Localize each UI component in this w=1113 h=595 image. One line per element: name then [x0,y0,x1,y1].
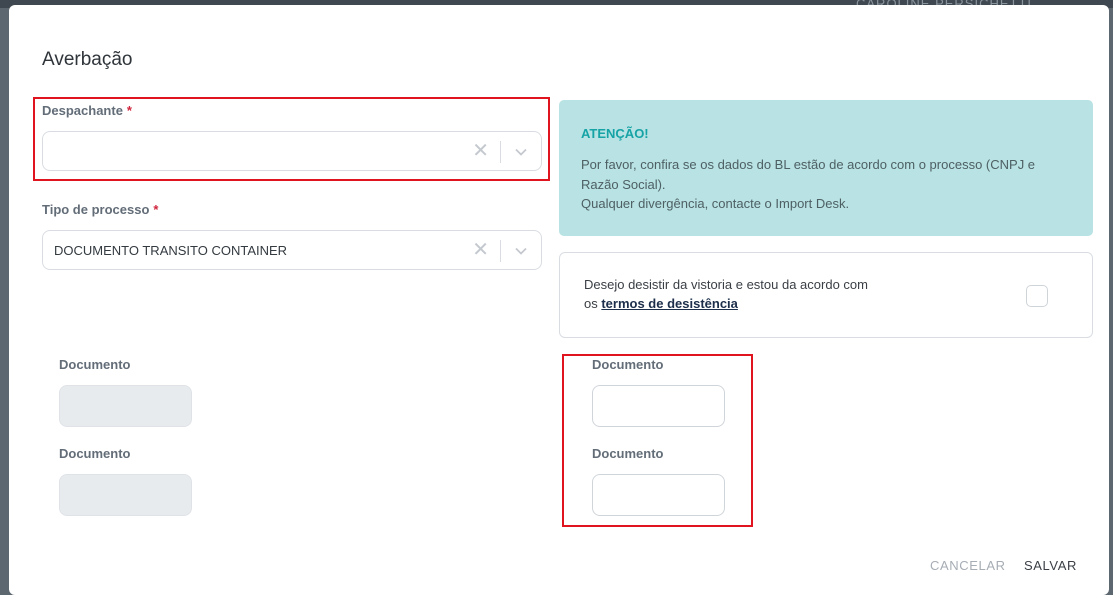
cancel-button[interactable]: CANCELAR [930,558,1006,573]
documento-label: Documento [59,446,131,461]
tipo-processo-value: DOCUMENTO TRANSITO CONTAINER [54,243,288,258]
documento-input-disabled [59,474,192,516]
despachante-highlight-box [33,97,550,181]
alert-line: Por favor, confira se os dados do BL est… [581,157,1036,172]
tipo-processo-select[interactable]: DOCUMENTO TRANSITO CONTAINER ✕ [42,230,542,270]
attention-alert: ATENÇÃO! Por favor, confira se os dados … [559,100,1093,236]
averbacao-modal: Averbação Despachante * ✕ Tipo de process… [9,5,1109,595]
chevron-down-icon[interactable] [514,244,528,258]
alert-heading: ATENÇÃO! [581,126,649,141]
tipo-processo-label-text: Tipo de processo [42,202,150,217]
waiver-terms-link[interactable]: termos de desistência [601,296,738,311]
consent-text-line2: os termos de desistência [584,296,738,311]
waiver-consent-box: Desejo desistir da vistoria e estou da a… [559,252,1093,338]
consent-prefix: os [584,296,602,311]
clear-icon[interactable]: ✕ [472,238,489,262]
documento-label: Documento [59,357,131,372]
save-button[interactable]: SALVAR [1024,558,1077,573]
consent-text: Desejo desistir da vistoria e estou da a… [584,277,868,292]
waiver-checkbox[interactable] [1026,285,1048,307]
tipo-processo-label: Tipo de processo * [42,202,158,217]
required-mark: * [153,202,159,217]
select-separator [500,240,501,262]
modal-title: Averbação [42,49,133,70]
documents-highlight-box [562,354,753,527]
alert-line: Razão Social). [581,177,666,192]
alert-line: Qualquer divergência, contacte o Import … [581,196,850,211]
documento-input-disabled [59,385,192,427]
